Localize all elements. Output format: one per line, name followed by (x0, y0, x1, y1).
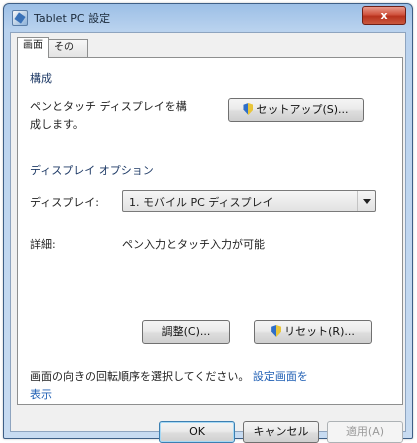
setup-button[interactable]: セットアップ(S)... (228, 98, 364, 122)
uac-shield-icon (243, 103, 254, 115)
cancel-button[interactable]: キャンセル (243, 421, 319, 443)
uac-shield-icon (271, 325, 282, 337)
display-label: ディスプレイ: (30, 196, 99, 209)
tab-other[interactable]: その他 (48, 39, 88, 69)
close-button[interactable]: x (362, 6, 406, 25)
configure-description-line2: 成します。 (30, 118, 84, 131)
dialog-client-area: 画面 その他 構成 ペンとタッチ ディスプレイを構 成します。 セットアップ(S… (10, 32, 406, 443)
orientation-instruction: 画面の向きの回転順序を選択してください。 (30, 370, 250, 383)
orientation-text: 画面の向きの回転順序を選択してください。 設定画面を (30, 368, 308, 384)
orientation-settings-link[interactable]: 設定画面を (253, 370, 308, 383)
display-select[interactable]: 1. モバイル PC ディスプレイ (122, 190, 376, 212)
calibrate-button[interactable]: 調整(C)... (142, 320, 230, 344)
configure-description-line1: ペンとタッチ ディスプレイを構 (30, 100, 187, 113)
display-select-value: 1. モバイル PC ディスプレイ (129, 196, 274, 209)
orientation-link-line2-wrap: 表示 (30, 386, 52, 402)
configure-group-label: 構成 (30, 72, 52, 85)
display-options-group-label: ディスプレイ オプション (30, 164, 154, 177)
orientation-settings-link-line2[interactable]: 表示 (30, 388, 52, 401)
tablet-pc-settings-window: Tablet PC 設定 x 画面 その他 構成 ペンとタッチ ディスプレイを構… (3, 3, 413, 443)
details-label: 詳細: (30, 238, 56, 251)
display-tab-panel: 構成 ペンとタッチ ディスプレイを構 成します。 セットアップ(S)... ディ… (17, 57, 403, 405)
reset-button[interactable]: リセット(R)... (254, 320, 372, 344)
window-title: Tablet PC 設定 (34, 12, 111, 25)
details-value: ペン入力とタッチ入力が可能 (122, 238, 265, 251)
tab-display[interactable]: 画面 (17, 37, 49, 58)
tablet-pc-icon (12, 10, 28, 26)
apply-button[interactable]: 適用(A) (327, 421, 403, 443)
title-bar[interactable]: Tablet PC 設定 x (4, 4, 412, 32)
setup-button-label: セットアップ(S)... (256, 103, 349, 116)
chevron-down-icon (357, 191, 375, 211)
reset-button-label: リセット(R)... (284, 325, 355, 338)
ok-button[interactable]: OK (159, 421, 235, 443)
